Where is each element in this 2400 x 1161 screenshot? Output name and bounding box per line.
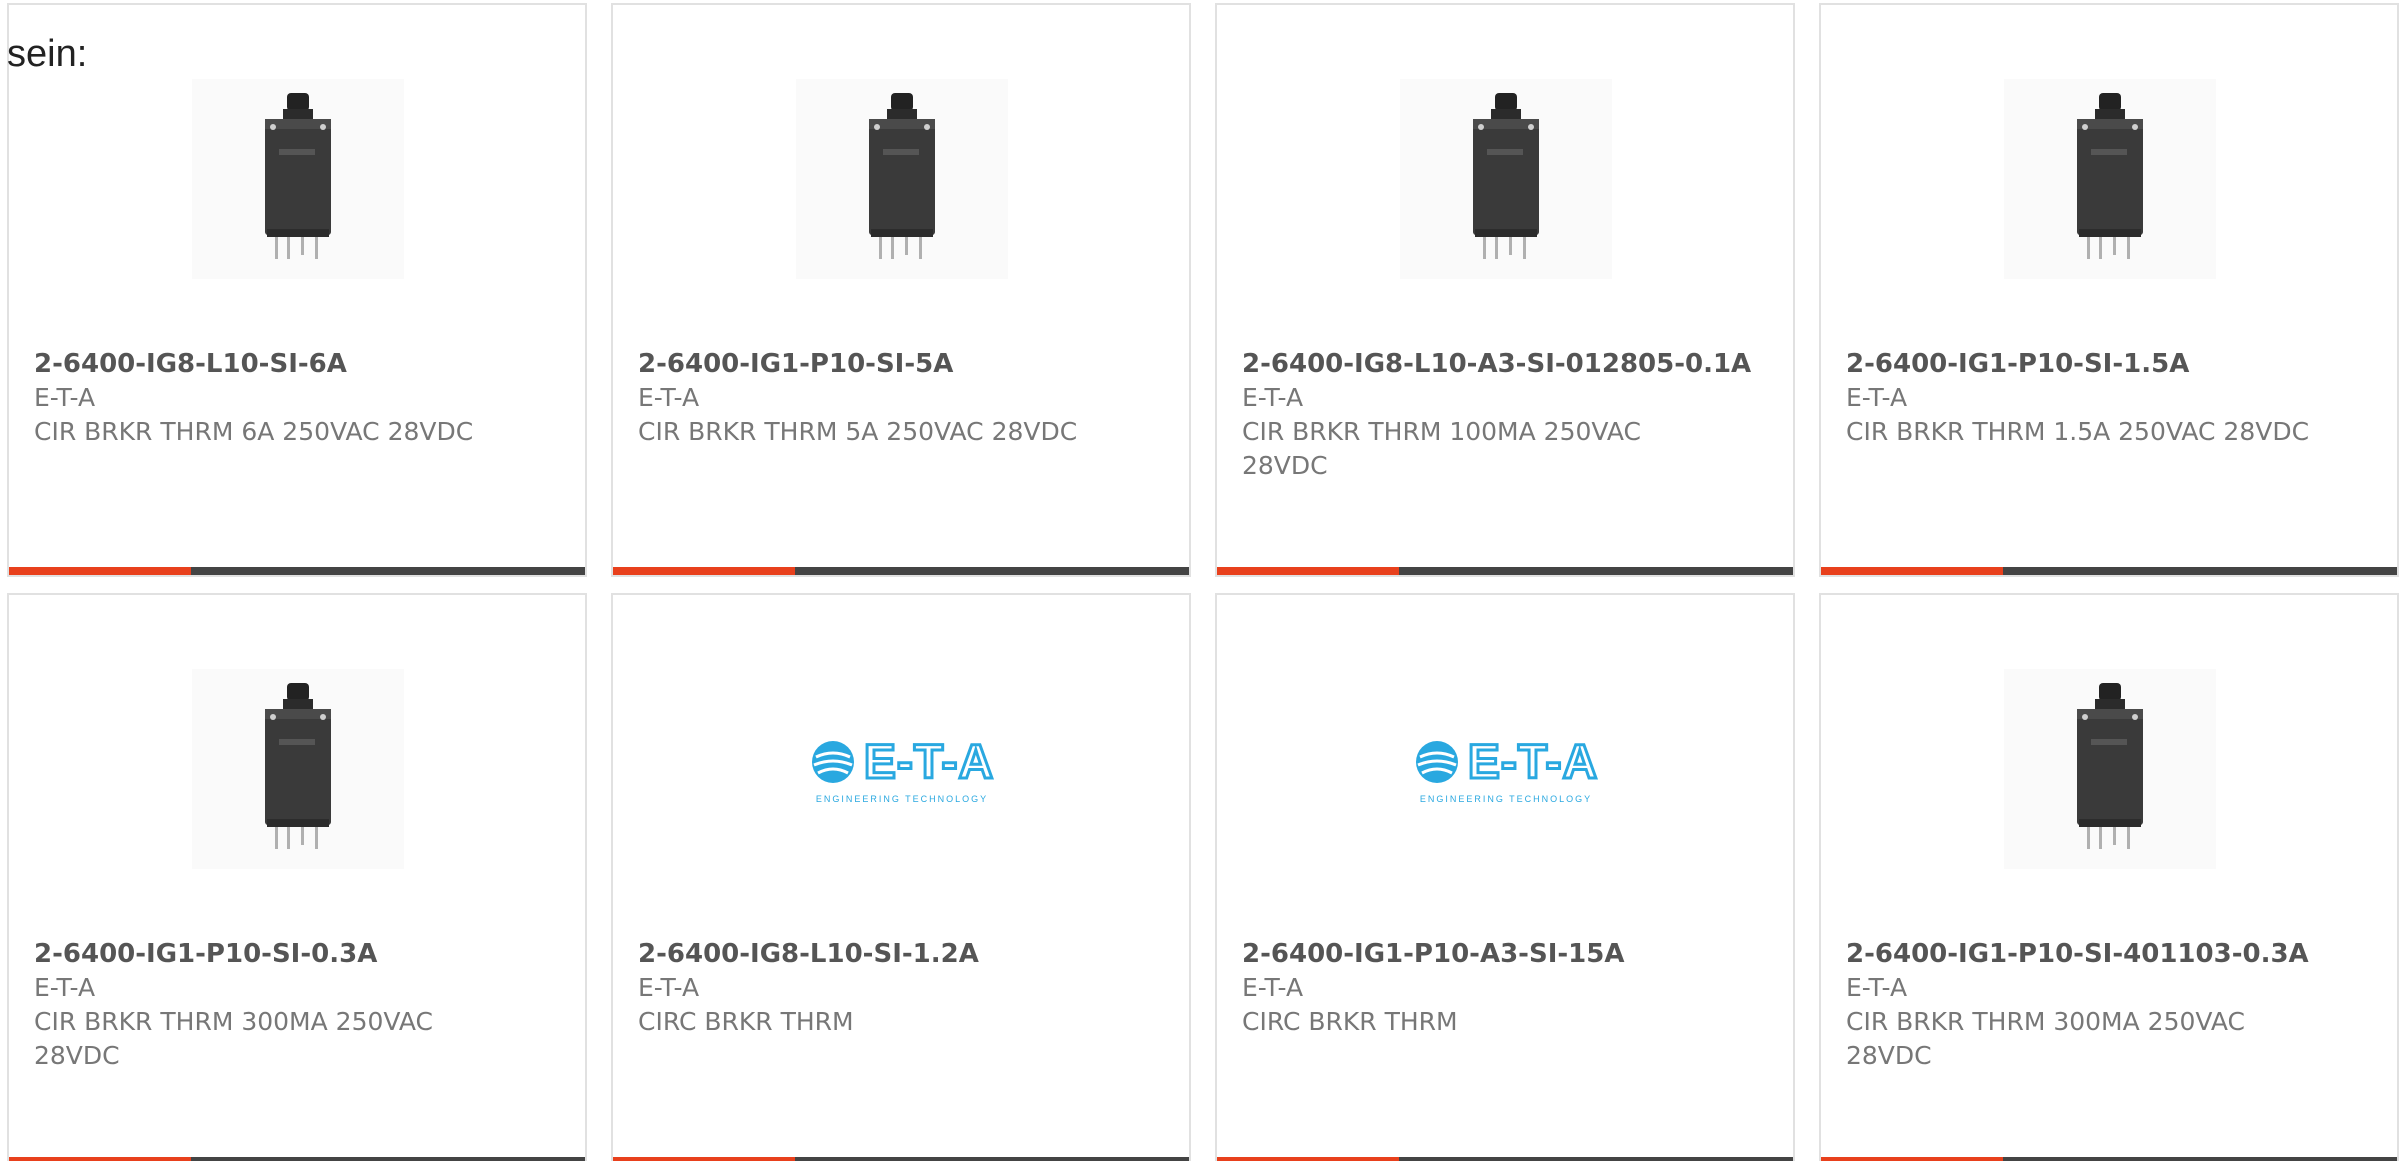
product-card[interactable]: 2-6400-IG1-P10-SI-5A E-T-A CIR BRKR THRM… [611, 3, 1191, 577]
circuit-breaker-photo [869, 93, 935, 259]
card-bottom-bar [1217, 567, 1793, 575]
product-description: CIRC BRKR THRM [638, 1007, 854, 1036]
card-bottom-bar [1217, 1157, 1793, 1161]
product-info: 2-6400-IG1-P10-SI-0.3A E-T-A CIR BRKR TH… [34, 937, 575, 1073]
product-info: 2-6400-IG1-P10-SI-401103-0.3A E-T-A CIR … [1846, 937, 2387, 1073]
product-grid: 2-6400-IG8-L10-SI-6A E-T-A CIR BRKR THRM… [7, 3, 2399, 1161]
card-bar-accent [1821, 567, 2003, 575]
product-info: 2-6400-IG8-L10-SI-1.2A E-T-A CIRC BRKR T… [638, 937, 1179, 1039]
product-part-number[interactable]: 2-6400-IG1-P10-SI-1.5A [1846, 347, 2387, 381]
product-card[interactable]: E-T-A ENGINEERING TECHNOLOGY 2-6400-IG8-… [611, 593, 1191, 1161]
circuit-breaker-photo [2077, 93, 2143, 259]
product-manufacturer: E-T-A [638, 383, 700, 412]
product-description: CIRC BRKR THRM [1242, 1007, 1458, 1036]
product-part-number[interactable]: 2-6400-IG1-P10-SI-0.3A [34, 937, 575, 971]
intro-text: sein: [7, 33, 88, 75]
product-description: CIR BRKR THRM 300MA 250VAC 28VDC [1846, 1007, 2246, 1070]
eta-globe-icon [1415, 741, 1458, 783]
card-bottom-bar [9, 567, 585, 575]
product-manufacturer: E-T-A [1846, 383, 1908, 412]
product-card[interactable]: E-T-A ENGINEERING TECHNOLOGY 2-6400-IG1-… [1215, 593, 1795, 1161]
product-description: CIR BRKR THRM 100MA 250VAC 28VDC [1242, 417, 1642, 480]
card-bottom-bar [1821, 567, 2397, 575]
eta-logo-text: E-T-A [1466, 734, 1599, 790]
product-image[interactable] [2004, 669, 2216, 869]
product-manufacturer: E-T-A [1242, 383, 1304, 412]
product-part-number[interactable]: 2-6400-IG1-P10-SI-5A [638, 347, 1179, 381]
circuit-breaker-photo [2077, 683, 2143, 849]
circuit-breaker-photo [265, 683, 331, 849]
card-bottom-bar [613, 1157, 1189, 1161]
eta-logo-tagline: ENGINEERING TECHNOLOGY [815, 793, 989, 804]
product-card[interactable]: 2-6400-IG8-L10-SI-6A E-T-A CIR BRKR THRM… [7, 3, 587, 577]
card-bar-rest [795, 567, 1189, 575]
card-bar-accent [9, 567, 191, 575]
product-description: CIR BRKR THRM 1.5A 250VAC 28VDC [1846, 417, 2310, 446]
product-description: CIR BRKR THRM 5A 250VAC 28VDC [638, 417, 1078, 446]
product-manufacturer: E-T-A [34, 383, 96, 412]
card-bar-accent [9, 1157, 191, 1161]
product-image[interactable] [192, 79, 404, 279]
product-manufacturer: E-T-A [34, 973, 96, 1002]
card-bar-rest [2003, 1157, 2397, 1161]
card-bottom-bar [9, 1157, 585, 1161]
card-bottom-bar [613, 567, 1189, 575]
card-bar-rest [1399, 567, 1793, 575]
product-part-number[interactable]: 2-6400-IG8-L10-SI-6A [34, 347, 575, 381]
product-card[interactable]: 2-6400-IG8-L10-A3-SI-012805-0.1A E-T-A C… [1215, 3, 1795, 577]
product-part-number[interactable]: 2-6400-IG8-L10-A3-SI-012805-0.1A [1242, 347, 1783, 381]
card-bar-accent [613, 567, 795, 575]
product-manufacturer: E-T-A [1846, 973, 1908, 1002]
product-info: 2-6400-IG1-P10-A3-SI-15A E-T-A CIRC BRKR… [1242, 937, 1783, 1039]
product-description: CIR BRKR THRM 300MA 250VAC 28VDC [34, 1007, 434, 1070]
card-bar-rest [795, 1157, 1189, 1161]
card-bar-rest [2003, 567, 2397, 575]
product-listing-page: sein: 2-6400-IG8-L10-SI-6A E-T-A CIR BRK… [0, 0, 2400, 1161]
card-bottom-bar [1821, 1157, 2397, 1161]
product-card[interactable]: 2-6400-IG1-P10-SI-1.5A E-T-A CIR BRKR TH… [1819, 3, 2399, 577]
card-bar-accent [1217, 1157, 1399, 1161]
product-image[interactable]: E-T-A ENGINEERING TECHNOLOGY [796, 669, 1008, 869]
product-description: CIR BRKR THRM 6A 250VAC 28VDC [34, 417, 474, 446]
eta-logo-tagline: ENGINEERING TECHNOLOGY [1419, 793, 1593, 804]
card-bar-accent [1821, 1157, 2003, 1161]
product-info: 2-6400-IG1-P10-SI-1.5A E-T-A CIR BRKR TH… [1846, 347, 2387, 449]
eta-logo-text: E-T-A [862, 734, 995, 790]
eta-logo: E-T-A ENGINEERING TECHNOLOGY [810, 734, 995, 804]
product-info: 2-6400-IG8-L10-SI-6A E-T-A CIR BRKR THRM… [34, 347, 575, 449]
product-info: 2-6400-IG8-L10-A3-SI-012805-0.1A E-T-A C… [1242, 347, 1783, 483]
card-bar-rest [191, 1157, 585, 1161]
card-bar-rest [191, 567, 585, 575]
product-info: 2-6400-IG1-P10-SI-5A E-T-A CIR BRKR THRM… [638, 347, 1179, 449]
product-card[interactable]: 2-6400-IG1-P10-SI-0.3A E-T-A CIR BRKR TH… [7, 593, 587, 1161]
card-bar-rest [1399, 1157, 1793, 1161]
product-image[interactable] [1400, 79, 1612, 279]
product-manufacturer: E-T-A [638, 973, 700, 1002]
card-bar-accent [613, 1157, 795, 1161]
product-part-number[interactable]: 2-6400-IG1-P10-SI-401103-0.3A [1846, 937, 2387, 971]
product-image[interactable] [192, 669, 404, 869]
product-card[interactable]: 2-6400-IG1-P10-SI-401103-0.3A E-T-A CIR … [1819, 593, 2399, 1161]
card-bar-accent [1217, 567, 1399, 575]
eta-globe-icon [811, 741, 854, 783]
product-manufacturer: E-T-A [1242, 973, 1304, 1002]
product-image[interactable] [796, 79, 1008, 279]
product-image[interactable] [2004, 79, 2216, 279]
product-part-number[interactable]: 2-6400-IG1-P10-A3-SI-15A [1242, 937, 1783, 971]
product-part-number[interactable]: 2-6400-IG8-L10-SI-1.2A [638, 937, 1179, 971]
product-image[interactable]: E-T-A ENGINEERING TECHNOLOGY [1400, 669, 1612, 869]
circuit-breaker-photo [1473, 93, 1539, 259]
eta-logo: E-T-A ENGINEERING TECHNOLOGY [1414, 734, 1599, 804]
circuit-breaker-photo [265, 93, 331, 259]
